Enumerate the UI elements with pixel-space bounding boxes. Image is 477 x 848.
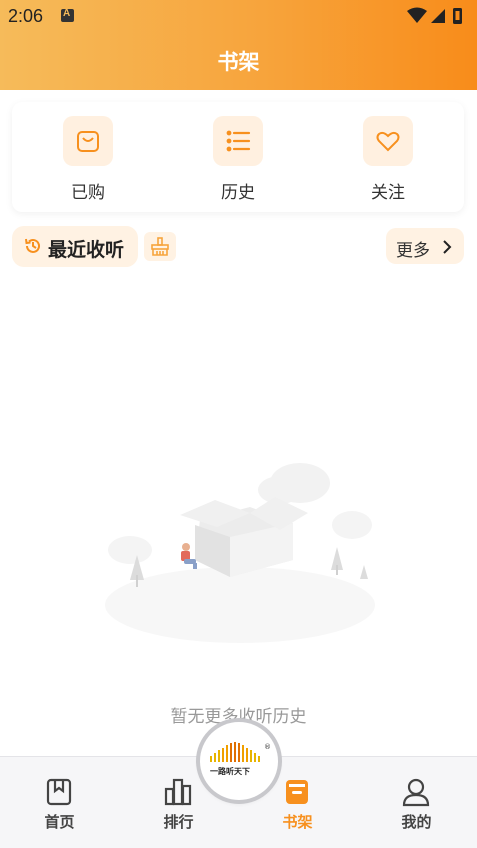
status-bar: 2:06 A — [0, 0, 477, 32]
list-icon — [213, 116, 263, 166]
more-label: 更多 — [396, 241, 430, 261]
follow-label: 关注 — [371, 183, 405, 203]
follow-button[interactable]: 关注 — [338, 116, 438, 206]
heart-icon — [363, 116, 413, 166]
history-label: 历史 — [221, 183, 255, 203]
clear-history-button[interactable] — [144, 232, 176, 261]
header-bar: 2:06 A 书架 — [0, 0, 477, 90]
bar-chart-icon — [164, 778, 192, 806]
recent-listening-header: 最近收听 — [12, 226, 138, 267]
tab-home-label: 首页 — [44, 813, 75, 831]
notification-a-icon: A — [61, 8, 74, 22]
page-title: 书架 — [217, 50, 260, 74]
tab-mine-label: 我的 — [401, 813, 432, 831]
recent-listening-title: 最近收听 — [48, 239, 125, 261]
logo-registered-mark: ® — [264, 743, 271, 751]
logo-sound-wave-icon: ® 一路听天下 — [210, 742, 271, 776]
status-icons — [407, 7, 462, 24]
bookmark-book-icon — [46, 778, 72, 806]
quick-actions-card: 已购 历史 关注 — [12, 102, 464, 212]
wifi-icon — [407, 7, 427, 23]
purchased-label: 已购 — [71, 183, 105, 203]
tab-mine[interactable]: 我的 — [357, 757, 476, 848]
chevron-right-icon — [443, 240, 452, 254]
logo-text: 一路听天下 — [210, 766, 250, 776]
history-clock-icon — [25, 238, 40, 253]
signal-icon — [431, 9, 445, 23]
bookshelf-icon — [286, 780, 308, 804]
tab-bookshelf-label: 书架 — [282, 813, 313, 831]
purchased-button[interactable]: 已购 — [38, 116, 138, 206]
history-button[interactable]: 历史 — [188, 116, 288, 206]
notification-a-letter: A — [63, 8, 71, 19]
shopping-bag-icon — [63, 116, 113, 166]
broom-icon — [151, 237, 169, 256]
center-player-logo-button[interactable]: ® 一路听天下 — [200, 722, 278, 800]
empty-box-illustration — [105, 463, 375, 643]
tab-ranking-label: 排行 — [163, 813, 194, 831]
user-icon — [402, 778, 430, 807]
tab-home[interactable]: 首页 — [0, 757, 119, 848]
more-button[interactable]: 更多 — [386, 228, 464, 264]
status-time: 2:06 — [8, 6, 44, 26]
